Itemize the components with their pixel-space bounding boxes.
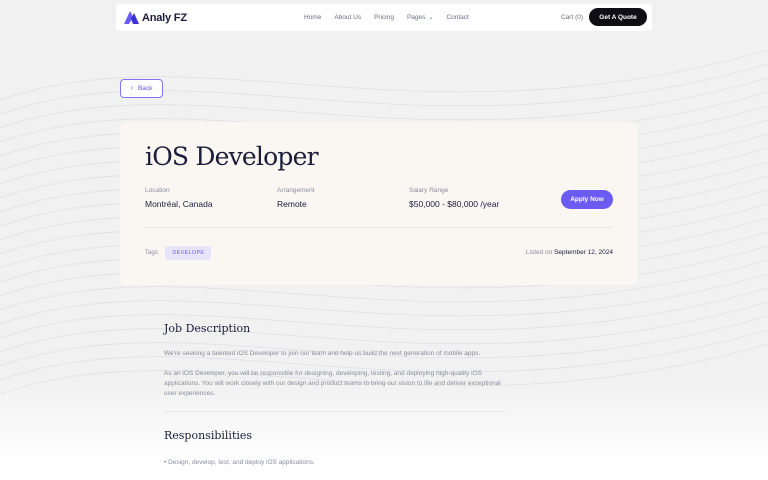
back-button[interactable]: ‹ Back bbox=[120, 79, 163, 98]
job-content: Job Description We're seeking a talented… bbox=[164, 322, 506, 466]
main-menu: Home About Us Pricing Pages ⌄ Contact bbox=[304, 4, 482, 31]
chevron-down-icon: ⌄ bbox=[428, 15, 434, 21]
section-divider bbox=[164, 411, 506, 412]
location-block: Location Montréal, Canada bbox=[145, 187, 213, 209]
responsibility-item: Design, develop, test, and deploy iOS ap… bbox=[164, 459, 506, 466]
tags-row: Tags: DEVELOPE bbox=[145, 246, 212, 260]
wave-line bbox=[0, 63, 768, 115]
listed-date-value: September 12, 2024 bbox=[554, 249, 613, 256]
salary-label: Salary Range bbox=[409, 187, 449, 194]
wave-line bbox=[0, 77, 768, 129]
chevron-left-icon: ‹ bbox=[130, 85, 133, 92]
location-value: Montréal, Canada bbox=[145, 199, 213, 209]
card-divider bbox=[145, 227, 613, 228]
tag-badge[interactable]: DEVELOPE bbox=[165, 246, 212, 260]
brand-name: Analy FZ bbox=[142, 11, 187, 24]
nav-item-pricing[interactable]: Pricing bbox=[374, 14, 394, 21]
job-header-card: iOS Developer Location Montréal, Canada … bbox=[120, 122, 638, 285]
nav-item-home[interactable]: Home bbox=[304, 14, 321, 21]
get-a-quote-button[interactable]: Get A Quote bbox=[589, 8, 647, 26]
arrangement-label: Arrangement bbox=[277, 187, 315, 194]
job-title: iOS Developer bbox=[145, 142, 319, 171]
arrangement-block: Arrangement Remote bbox=[277, 187, 315, 209]
location-label: Location bbox=[145, 187, 170, 194]
salary-block: Salary Range $50,000 - $80,000 /year bbox=[409, 187, 499, 209]
apply-now-button[interactable]: Apply Now bbox=[561, 190, 613, 209]
wave-line bbox=[0, 49, 768, 101]
description-paragraph-1: We're seeking a talented iOS Developer t… bbox=[164, 350, 481, 357]
tags-label: Tags: bbox=[145, 250, 160, 256]
listed-prefix: Listed on bbox=[525, 249, 553, 256]
job-description-heading: Job Description bbox=[164, 322, 251, 335]
cart-link[interactable]: Cart (0) bbox=[561, 14, 583, 21]
responsibilities-heading: Responsibilities bbox=[164, 429, 253, 442]
description-paragraph-2: As an iOS Developer, you will be respons… bbox=[164, 370, 501, 397]
top-navbar: Analy FZ Home About Us Pricing Pages ⌄ Co… bbox=[116, 4, 652, 31]
salary-value: $50,000 - $80,000 /year bbox=[409, 199, 500, 209]
nav-item-contact[interactable]: Contact bbox=[446, 14, 468, 21]
back-button-label: Back bbox=[137, 85, 153, 92]
brand-logo[interactable]: Analy FZ bbox=[124, 10, 187, 25]
nav-item-pages-label: Pages bbox=[406, 14, 426, 21]
arrangement-value: Remote bbox=[277, 199, 307, 209]
listed-date: Listed on September 12, 2024 bbox=[526, 249, 613, 256]
brand-logo-icon bbox=[124, 11, 139, 24]
nav-item-pages[interactable]: Pages ⌄ bbox=[407, 14, 433, 21]
nav-item-about-us[interactable]: About Us bbox=[334, 14, 361, 21]
